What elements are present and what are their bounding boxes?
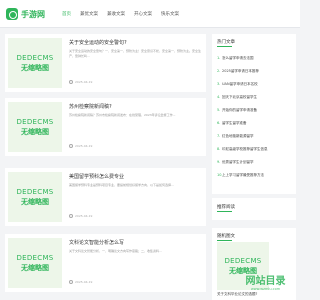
nav-item-4[interactable]: 开心文案	[134, 9, 152, 19]
watermark: 网站目录 www.wzmlu.com	[231, 263, 300, 300]
nav-item-home[interactable]: 首页	[62, 9, 71, 19]
recommend-panel: 推荐阅读	[212, 198, 296, 220]
thumb-sublabel: 无缩略图	[21, 63, 49, 72]
clock-icon	[69, 80, 73, 84]
article-thumbnail[interactable]: DEDECMS 无缩略图	[8, 172, 62, 222]
title-underline	[217, 240, 232, 241]
hot-item-text: 回天下北京高校留学生	[222, 94, 257, 99]
article-title[interactable]: 苏州检察院新闻稿?	[69, 103, 201, 110]
hot-item[interactable]: 2. 2025留学申请日本推荐	[217, 67, 293, 75]
hot-item-text: 上上学习留学最受推荐方法	[222, 172, 264, 177]
thumb-label: DEDECMS	[16, 187, 54, 196]
hot-item[interactable]: 3. UAN留学申请日本名校	[217, 80, 293, 88]
title-underline	[217, 46, 232, 47]
article-card: DEDECMS 无缩略图 美国留学预科怎么费专业 美国留学预科专业是预科项目专业…	[5, 168, 206, 226]
thumb-sublabel: 无缩略图	[21, 127, 49, 136]
main-nav: 首页 兼优文案 兼收文案 开心文案 快乐文案	[62, 0, 188, 28]
article-date: 2025-04-19	[75, 214, 93, 218]
article-meta: 2025-04-19	[69, 80, 92, 84]
hot-item[interactable]: 4. 回天下北京高校留学生	[217, 93, 293, 101]
article-card: DEDECMS 无缩略图 文科论文智能分析怎么写 关于文科论文智能分析，一、明确…	[5, 234, 206, 292]
hot-item-text: UAN留学申请日本名校	[222, 81, 258, 86]
article-date: 2025-04-19	[75, 144, 93, 148]
nav-item-5[interactable]: 快乐文案	[161, 9, 179, 19]
hot-item[interactable]: 7. 红色地毯新能源留学	[217, 132, 293, 140]
article-excerpt: 苏州检察院新闻稿？苏州市检察院新闻发布：在线受理，2023年诉讼监督工作...	[69, 113, 176, 117]
article-card: DEDECMS 无缩略图 苏州检察院新闻稿? 苏州检察院新闻稿？苏州市检察院新闻…	[5, 98, 206, 156]
recommend-title: 推荐阅读	[217, 205, 235, 210]
site-logo[interactable]: 手游网	[6, 5, 52, 23]
hot-item[interactable]: 9. 优秀留学生计划留学	[217, 158, 293, 166]
clock-icon	[69, 280, 73, 284]
hot-item-text: 怎么留学申请去法国	[222, 55, 254, 60]
article-card: DEDECMS 无缩略图 关于安全运动的安全警句? 关于安全运动的安全警句？一、…	[5, 34, 206, 92]
thumb-label: DEDECMS	[16, 53, 54, 62]
article-excerpt: 美国留学预科专业是预科项目专业，要提前规划好留学方向，以下是如何选择...	[69, 183, 174, 187]
hot-item-text: 开始你的留学申请准备	[222, 107, 257, 112]
thumb-sublabel: 无缩略图	[21, 197, 49, 206]
hot-articles-panel: 热门文章 1. 怎么留学申请去法国 2. 2025留学申请日本推荐 3. UAN…	[212, 34, 296, 194]
clock-icon	[69, 144, 73, 148]
hot-articles-title: 热门文章	[217, 40, 235, 45]
logo-icon	[6, 8, 18, 20]
hot-item[interactable]: 8. 印尼高级学校推荐留学生信息	[217, 145, 293, 153]
site-header: 手游网 首页 兼优文案 兼收文案 开心文案 快乐文案	[0, 0, 300, 28]
article-meta: 2025-04-19	[69, 144, 92, 148]
article-date: 2025-04-19	[75, 280, 93, 284]
thumb-label: DEDECMS	[16, 117, 54, 126]
article-title[interactable]: 文科论文智能分析怎么写	[69, 239, 201, 246]
watermark-url: www.wzmlu.com	[250, 287, 281, 291]
article-thumbnail[interactable]: DEDECMS 无缩略图	[8, 38, 62, 88]
article-excerpt: 关于文科论文智能分析，一、明确论文方向写作思路；二、收集资料...	[69, 249, 162, 253]
clock-icon	[69, 214, 73, 218]
hot-item-text: 优秀留学生计划留学	[222, 159, 254, 164]
hot-item[interactable]: 1. 怎么留学申请去法国	[217, 54, 293, 62]
thumb-sublabel: 无缩略图	[21, 263, 49, 272]
watermark-text: 网站目录	[245, 276, 286, 287]
article-meta: 2025-04-19	[69, 280, 92, 284]
article-thumbnail[interactable]: DEDECMS 无缩略图	[8, 102, 62, 152]
article-date: 2025-04-19	[75, 80, 93, 84]
article-thumbnail[interactable]: DEDECMS 无缩略图	[8, 238, 62, 288]
title-underline	[217, 211, 232, 212]
article-title[interactable]: 美国留学预科怎么费专业	[69, 173, 201, 180]
hot-item-text: 红色地毯新能源留学	[222, 133, 254, 138]
hot-item-text: 留学生留学准备	[222, 120, 247, 125]
article-meta: 2025-04-19	[69, 214, 92, 218]
nav-item-3[interactable]: 兼收文案	[107, 9, 125, 19]
hot-item-text: 印尼高级学校推荐留学生信息	[222, 146, 268, 151]
hot-item[interactable]: 5. 开始你的留学申请准备	[217, 106, 293, 114]
hot-item-text: 2025留学申请日本推荐	[222, 68, 259, 73]
article-excerpt: 关于安全运动的安全警句？一、安全第一，预防为主！安全意识不松，安全第一，预防为主…	[69, 49, 201, 58]
article-title[interactable]: 关于安全运动的安全警句?	[69, 39, 201, 46]
random-posts-title: 随机图文	[217, 234, 235, 239]
hot-item[interactable]: 6. 留学生留学准备	[217, 119, 293, 127]
logo-text: 手游网	[21, 9, 45, 19]
nav-item-2[interactable]: 兼优文案	[80, 9, 98, 19]
thumb-label: DEDECMS	[16, 253, 54, 262]
hot-item[interactable]: 10. 上上学习留学最受推荐方法	[217, 171, 293, 179]
